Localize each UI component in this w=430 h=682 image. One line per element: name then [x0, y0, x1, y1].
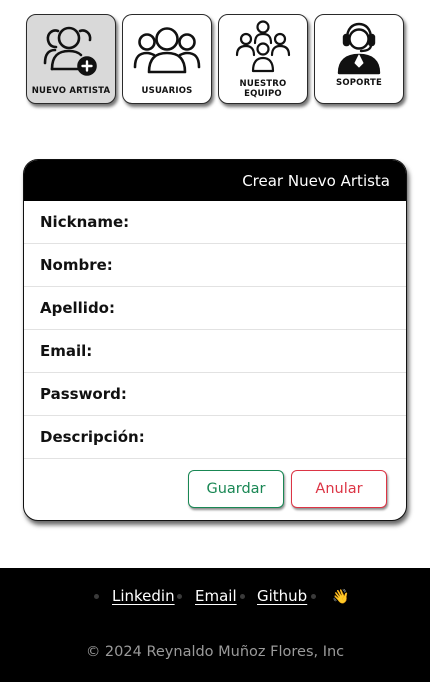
field-label: Password: — [40, 385, 127, 403]
users-icon — [123, 19, 211, 81]
separator-dot — [177, 594, 182, 599]
tile-label: NUESTRO EQUIPO — [239, 79, 287, 99]
field-apellido[interactable]: Apellido: — [24, 287, 406, 330]
separator-dot — [94, 594, 99, 599]
field-label: Nombre: — [40, 256, 113, 274]
tile-soporte[interactable]: SOPORTE — [314, 14, 404, 104]
cancel-button[interactable]: Anular — [291, 470, 387, 508]
field-password[interactable]: Password: — [24, 373, 406, 416]
save-button[interactable]: Guardar — [188, 470, 284, 508]
field-nombre[interactable]: Nombre: — [24, 244, 406, 287]
tile-nuevo-artista[interactable]: NUEVO ARTISTA — [26, 14, 116, 104]
field-descripcion[interactable]: Descripción: — [24, 416, 406, 459]
add-user-icon — [27, 19, 115, 81]
tile-usuarios[interactable]: USUARIOS — [122, 14, 212, 104]
field-email[interactable]: Email: — [24, 330, 406, 373]
create-artist-card: Crear Nuevo Artista Nickname: Nombre: Ap… — [23, 159, 407, 521]
tile-label: NUEVO ARTISTA — [31, 86, 111, 96]
tile-label: USUARIOS — [141, 86, 193, 96]
separator-dot — [311, 594, 316, 599]
form-actions: Guardar Anular — [24, 459, 406, 520]
field-label: Apellido: — [40, 299, 115, 317]
footer-link-github[interactable]: Github — [257, 587, 307, 605]
support-agent-icon — [315, 19, 403, 81]
field-nickname[interactable]: Nickname: — [24, 201, 406, 244]
copyright-text: © 2024 Reynaldo Muñoz Flores, Inc — [85, 644, 345, 660]
team-icon — [219, 19, 307, 81]
field-label: Nickname: — [40, 213, 130, 231]
separator-dot — [240, 594, 245, 599]
footer-link-linkedin[interactable]: Linkedin — [112, 587, 175, 605]
card-title: Crear Nuevo Artista — [24, 160, 406, 201]
field-label: Email: — [40, 342, 93, 360]
footer-links: Linkedin Email Github 👋 — [0, 587, 430, 607]
waving-hand-icon: 👋 — [332, 588, 350, 604]
footer-link-email[interactable]: Email — [195, 587, 237, 605]
footer: Linkedin Email Github 👋 © 2024 Reynaldo … — [0, 568, 430, 682]
nav-tiles: NUEVO ARTISTA USUARIOS NUESTRO EQUIPO SO… — [26, 14, 406, 104]
field-label: Descripción: — [40, 428, 145, 446]
tile-label: SOPORTE — [336, 78, 382, 88]
tile-nuestro-equipo[interactable]: NUESTRO EQUIPO — [218, 14, 308, 104]
